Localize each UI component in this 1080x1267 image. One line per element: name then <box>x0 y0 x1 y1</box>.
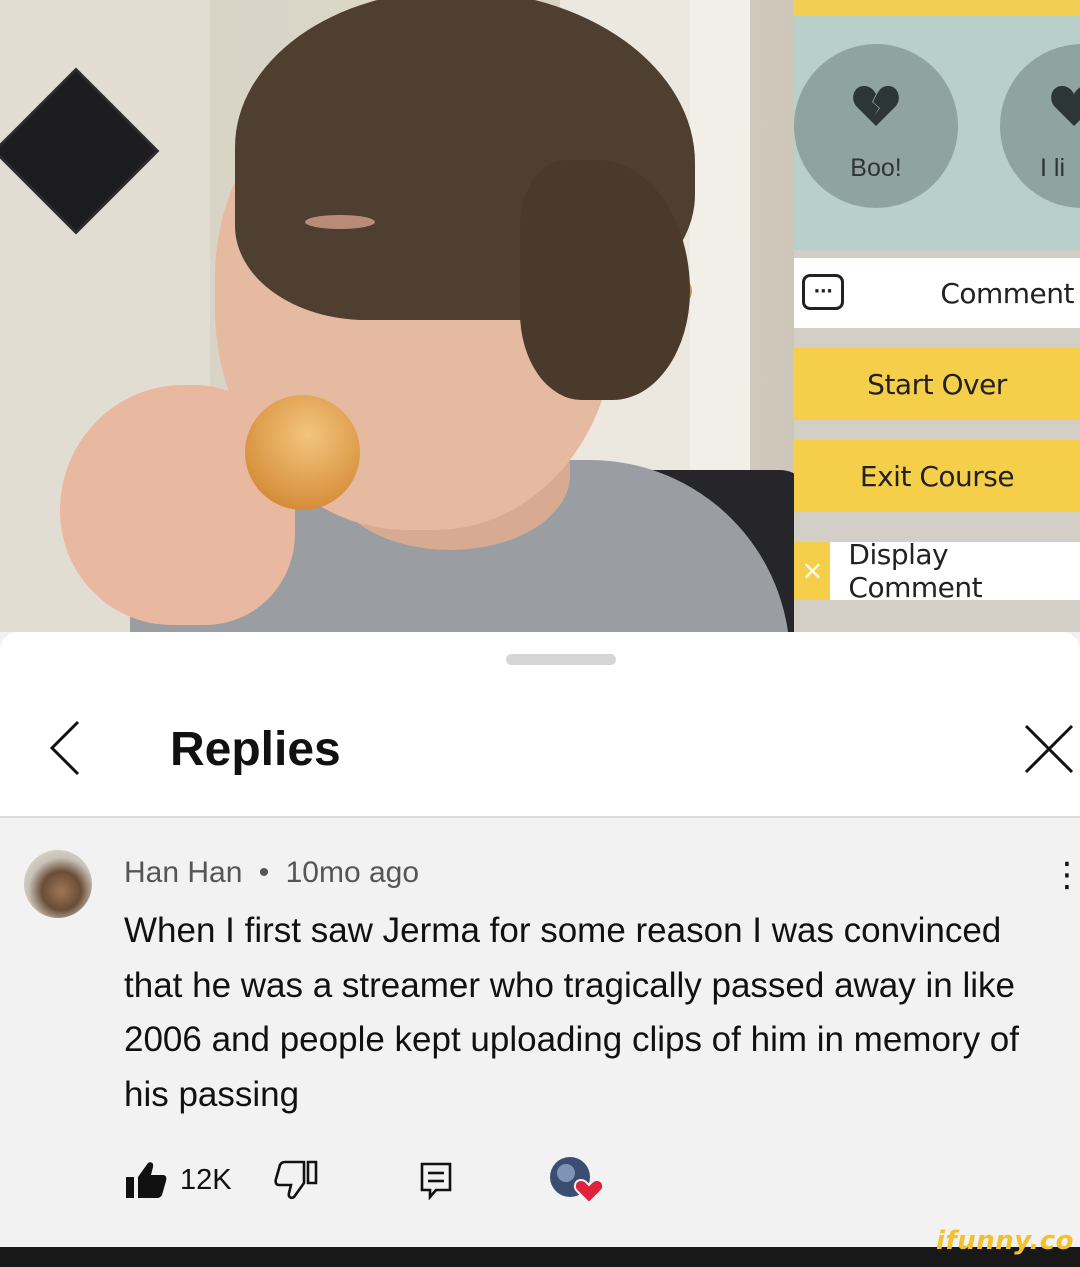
thumbs-up-icon <box>126 1162 167 1198</box>
boo-label: Boo! <box>850 154 902 182</box>
replies-sheet: Replies Han Han • 10mo ago ⋮ When I firs… <box>0 632 1080 1247</box>
video-frame: Boo! I li ··· Comment Start Over Exit Co… <box>0 0 1080 632</box>
exit-course-label: Exit Course <box>859 459 1015 493</box>
reaction-panel-strip <box>794 0 1080 16</box>
replies-header: Replies <box>0 632 1080 818</box>
comment-menu-button[interactable]: ··· Comment <box>794 258 1080 328</box>
like-reaction-button[interactable]: I li <box>1000 44 1080 208</box>
display-comments-checkbox[interactable]: × <box>794 542 831 600</box>
exit-course-button[interactable]: Exit Course <box>794 440 1080 512</box>
comment-time: 10mo ago <box>285 856 420 889</box>
like-count: 12K <box>180 1163 232 1196</box>
comment-author[interactable]: Han Han <box>124 856 242 889</box>
display-comments-label: Display Comment <box>848 538 983 604</box>
dislike-button[interactable] <box>274 1152 318 1208</box>
person-eye <box>305 215 375 229</box>
footer-bar <box>0 1247 1080 1267</box>
like-button[interactable]: 12K <box>124 1152 232 1208</box>
close-icon[interactable] <box>1020 720 1078 778</box>
reaction-panel: Boo! I li <box>794 0 1080 250</box>
comment-meta: Han Han • 10mo ago <box>124 856 419 890</box>
creator-heart-badge <box>544 1152 606 1208</box>
creator-heart-icon <box>550 1157 605 1205</box>
broken-heart-icon <box>853 86 899 126</box>
watermark: ifunny.co <box>936 1226 1074 1256</box>
chat-bubble-icon: ··· <box>802 274 844 310</box>
reply-button[interactable] <box>418 1152 454 1208</box>
comment-text: When I first saw Jerma for some reason I… <box>124 911 1019 1114</box>
comment-actions: 12K <box>124 1152 724 1208</box>
start-over-button[interactable]: Start Over <box>794 348 1080 420</box>
meta-separator: • <box>258 856 270 889</box>
avatar[interactable] <box>24 850 92 918</box>
course-menu: Boo! I li ··· Comment Start Over Exit Co… <box>794 0 1080 632</box>
drag-handle[interactable] <box>506 654 616 665</box>
chevron-left-icon[interactable] <box>40 716 92 780</box>
page-title: Replies <box>170 723 341 776</box>
comment-menu-label: Comment <box>940 276 1074 310</box>
like-reaction-label: I li <box>1040 154 1065 182</box>
heart-icon <box>1051 86 1080 126</box>
thumbs-down-icon <box>274 1160 318 1200</box>
boo-button[interactable]: Boo! <box>794 44 958 208</box>
display-comments-toggle[interactable]: × Display Comment <box>794 538 1080 604</box>
start-over-label: Start Over <box>867 367 1007 401</box>
reply-icon <box>420 1162 452 1200</box>
burger <box>245 395 360 510</box>
